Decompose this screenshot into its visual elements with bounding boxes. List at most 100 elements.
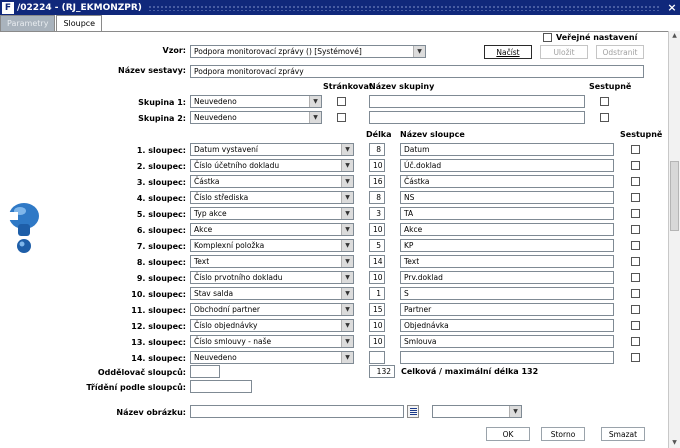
sloupec-11-select[interactable]: Obchodní partner ▼ xyxy=(190,303,354,316)
sloupec-12-length-input[interactable]: 10 xyxy=(369,319,385,332)
skupina-2-strankovat-checkbox[interactable] xyxy=(337,113,346,122)
sloupec-8-select[interactable]: Text ▼ xyxy=(190,255,354,268)
sloupec-13-select[interactable]: Číslo smlouvy - naše ▼ xyxy=(190,335,354,348)
skupina-1-sestupne-checkbox[interactable] xyxy=(600,97,609,106)
sloupec-9-select[interactable]: Číslo prvotního dokladu ▼ xyxy=(190,271,354,284)
sloupec-1-name-input[interactable]: Datum xyxy=(400,143,614,156)
chevron-down-icon[interactable]: ▼ xyxy=(341,176,353,187)
sloupec-13-sestupne-checkbox[interactable] xyxy=(631,337,640,346)
list-icon[interactable] xyxy=(407,405,419,418)
chevron-down-icon[interactable]: ▼ xyxy=(341,160,353,171)
chevron-down-icon[interactable]: ▼ xyxy=(413,46,425,57)
sloupec-9-sestupne-checkbox[interactable] xyxy=(631,273,640,282)
sloupec-9-name-input[interactable]: Prv.doklad xyxy=(400,271,614,284)
nacist-button[interactable]: Načíst xyxy=(484,45,532,59)
tab-parametry[interactable]: Parametry xyxy=(0,15,56,31)
sloupec-3-length-input[interactable]: 16 xyxy=(369,175,385,188)
smazat-button[interactable]: Smazat xyxy=(601,427,645,441)
sloupec-11-sestupne-checkbox[interactable] xyxy=(631,305,640,314)
sloupec-5-sestupne-checkbox[interactable] xyxy=(631,209,640,218)
chevron-down-icon[interactable]: ▼ xyxy=(341,336,353,347)
nazev-sestavy-input[interactable]: Podpora monitorovací zprávy xyxy=(190,65,644,78)
sloupec-8-sestupne-checkbox[interactable] xyxy=(631,257,640,266)
sloupec-6-sestupne-checkbox[interactable] xyxy=(631,225,640,234)
chevron-down-icon[interactable]: ▼ xyxy=(341,288,353,299)
sloupec-10-length-input[interactable]: 1 xyxy=(369,287,385,300)
sloupec-7-sestupne-checkbox[interactable] xyxy=(631,241,640,250)
chevron-down-icon[interactable]: ▼ xyxy=(309,96,321,107)
sloupec-13-length-input[interactable]: 10 xyxy=(369,335,385,348)
sloupec-1-length-input[interactable]: 8 xyxy=(369,143,385,156)
sloupec-13-name-input[interactable]: Smlouva xyxy=(400,335,614,348)
sloupec-1-sestupne-checkbox[interactable] xyxy=(631,145,640,154)
sloupec-3-sestupne-checkbox[interactable] xyxy=(631,177,640,186)
sloupec-4-select[interactable]: Číslo střediska ▼ xyxy=(190,191,354,204)
sloupec-2-select[interactable]: Číslo účetního dokladu ▼ xyxy=(190,159,354,172)
sloupec-14-length-input[interactable] xyxy=(369,351,385,364)
chevron-down-icon[interactable]: ▼ xyxy=(309,112,321,123)
sloupec-14-sestupne-checkbox[interactable] xyxy=(631,353,640,362)
close-button[interactable]: × xyxy=(666,1,678,14)
skupina-1-strankovat-checkbox[interactable] xyxy=(337,97,346,106)
ulozit-button[interactable]: Uložit xyxy=(540,45,588,59)
skupina-2-select[interactable]: Neuvedeno ▼ xyxy=(190,111,322,124)
sloupec-14-name-input[interactable] xyxy=(400,351,614,364)
sloupec-5-name-input[interactable]: TA xyxy=(400,207,614,220)
sloupec-7-select[interactable]: Komplexní položka ▼ xyxy=(190,239,354,252)
sloupec-11-name-input[interactable]: Partner xyxy=(400,303,614,316)
sloupec-6-name-input[interactable]: Akce xyxy=(400,223,614,236)
sloupec-11-length-input[interactable]: 15 xyxy=(369,303,385,316)
sloupec-2-length-input[interactable]: 10 xyxy=(369,159,385,172)
scroll-up-icon[interactable]: ▲ xyxy=(669,31,680,41)
skupina-2-name-input[interactable] xyxy=(369,111,585,124)
sloupec-2-sestupne-checkbox[interactable] xyxy=(631,161,640,170)
chevron-down-icon[interactable]: ▼ xyxy=(341,192,353,203)
sloupec-1-select[interactable]: Datum vystavení ▼ xyxy=(190,143,354,156)
sloupec-12-name-input[interactable]: Objednávka xyxy=(400,319,614,332)
sloupec-10-name-input[interactable]: S xyxy=(400,287,614,300)
sloupec-12-select[interactable]: Číslo objednávky ▼ xyxy=(190,319,354,332)
tab-sloupce[interactable]: Sloupce xyxy=(56,15,103,31)
sloupec-8-length-input[interactable]: 14 xyxy=(369,255,385,268)
odstranit-button[interactable]: Odstranit xyxy=(596,45,644,59)
chevron-down-icon[interactable]: ▼ xyxy=(509,406,521,417)
sloupec-12-sestupne-checkbox[interactable] xyxy=(631,321,640,330)
sloupec-3-select[interactable]: Částka ▼ xyxy=(190,175,354,188)
skupina-1-name-input[interactable] xyxy=(369,95,585,108)
chevron-down-icon[interactable]: ▼ xyxy=(341,240,353,251)
vertical-scrollbar[interactable]: ▲ ▼ xyxy=(668,31,680,448)
sloupec-6-select[interactable]: Akce ▼ xyxy=(190,223,354,236)
sloupec-2-name-input[interactable]: Úč.doklad xyxy=(400,159,614,172)
sloupec-9-length-input[interactable]: 10 xyxy=(369,271,385,284)
chevron-down-icon[interactable]: ▼ xyxy=(341,272,353,283)
sloupec-7-length-input[interactable]: 5 xyxy=(369,239,385,252)
sloupec-7-name-input[interactable]: KP xyxy=(400,239,614,252)
sloupec-10-select[interactable]: Stav salda ▼ xyxy=(190,287,354,300)
chevron-down-icon[interactable]: ▼ xyxy=(341,304,353,315)
scrollbar-thumb[interactable] xyxy=(670,161,679,231)
oddelovac-input[interactable] xyxy=(190,365,220,378)
sloupec-10-sestupne-checkbox[interactable] xyxy=(631,289,640,298)
chevron-down-icon[interactable]: ▼ xyxy=(341,320,353,331)
chevron-down-icon[interactable]: ▼ xyxy=(341,256,353,267)
obrazek-select[interactable]: ▼ xyxy=(432,405,522,418)
skupina-2-sestupne-checkbox[interactable] xyxy=(600,113,609,122)
chevron-down-icon[interactable]: ▼ xyxy=(341,208,353,219)
sloupec-5-length-input[interactable]: 3 xyxy=(369,207,385,220)
sloupec-14-select[interactable]: Neuvedeno ▼ xyxy=(190,351,354,364)
sloupec-5-select[interactable]: Typ akce ▼ xyxy=(190,207,354,220)
chevron-down-icon[interactable]: ▼ xyxy=(341,224,353,235)
storno-button[interactable]: Storno xyxy=(541,427,585,441)
nazev-obrazku-input[interactable] xyxy=(190,405,404,418)
chevron-down-icon[interactable]: ▼ xyxy=(341,144,353,155)
sloupec-4-name-input[interactable]: NS xyxy=(400,191,614,204)
verejne-checkbox[interactable] xyxy=(543,33,552,42)
sloupec-4-length-input[interactable]: 8 xyxy=(369,191,385,204)
ok-button[interactable]: OK xyxy=(486,427,530,441)
vzor-select[interactable]: Podpora monitorovací zprávy () [Systémov… xyxy=(190,45,426,58)
skupina-1-select[interactable]: Neuvedeno ▼ xyxy=(190,95,322,108)
sloupec-3-name-input[interactable]: Částka xyxy=(400,175,614,188)
sloupec-4-sestupne-checkbox[interactable] xyxy=(631,193,640,202)
chevron-down-icon[interactable]: ▼ xyxy=(341,352,353,363)
trideni-input[interactable] xyxy=(190,380,252,393)
